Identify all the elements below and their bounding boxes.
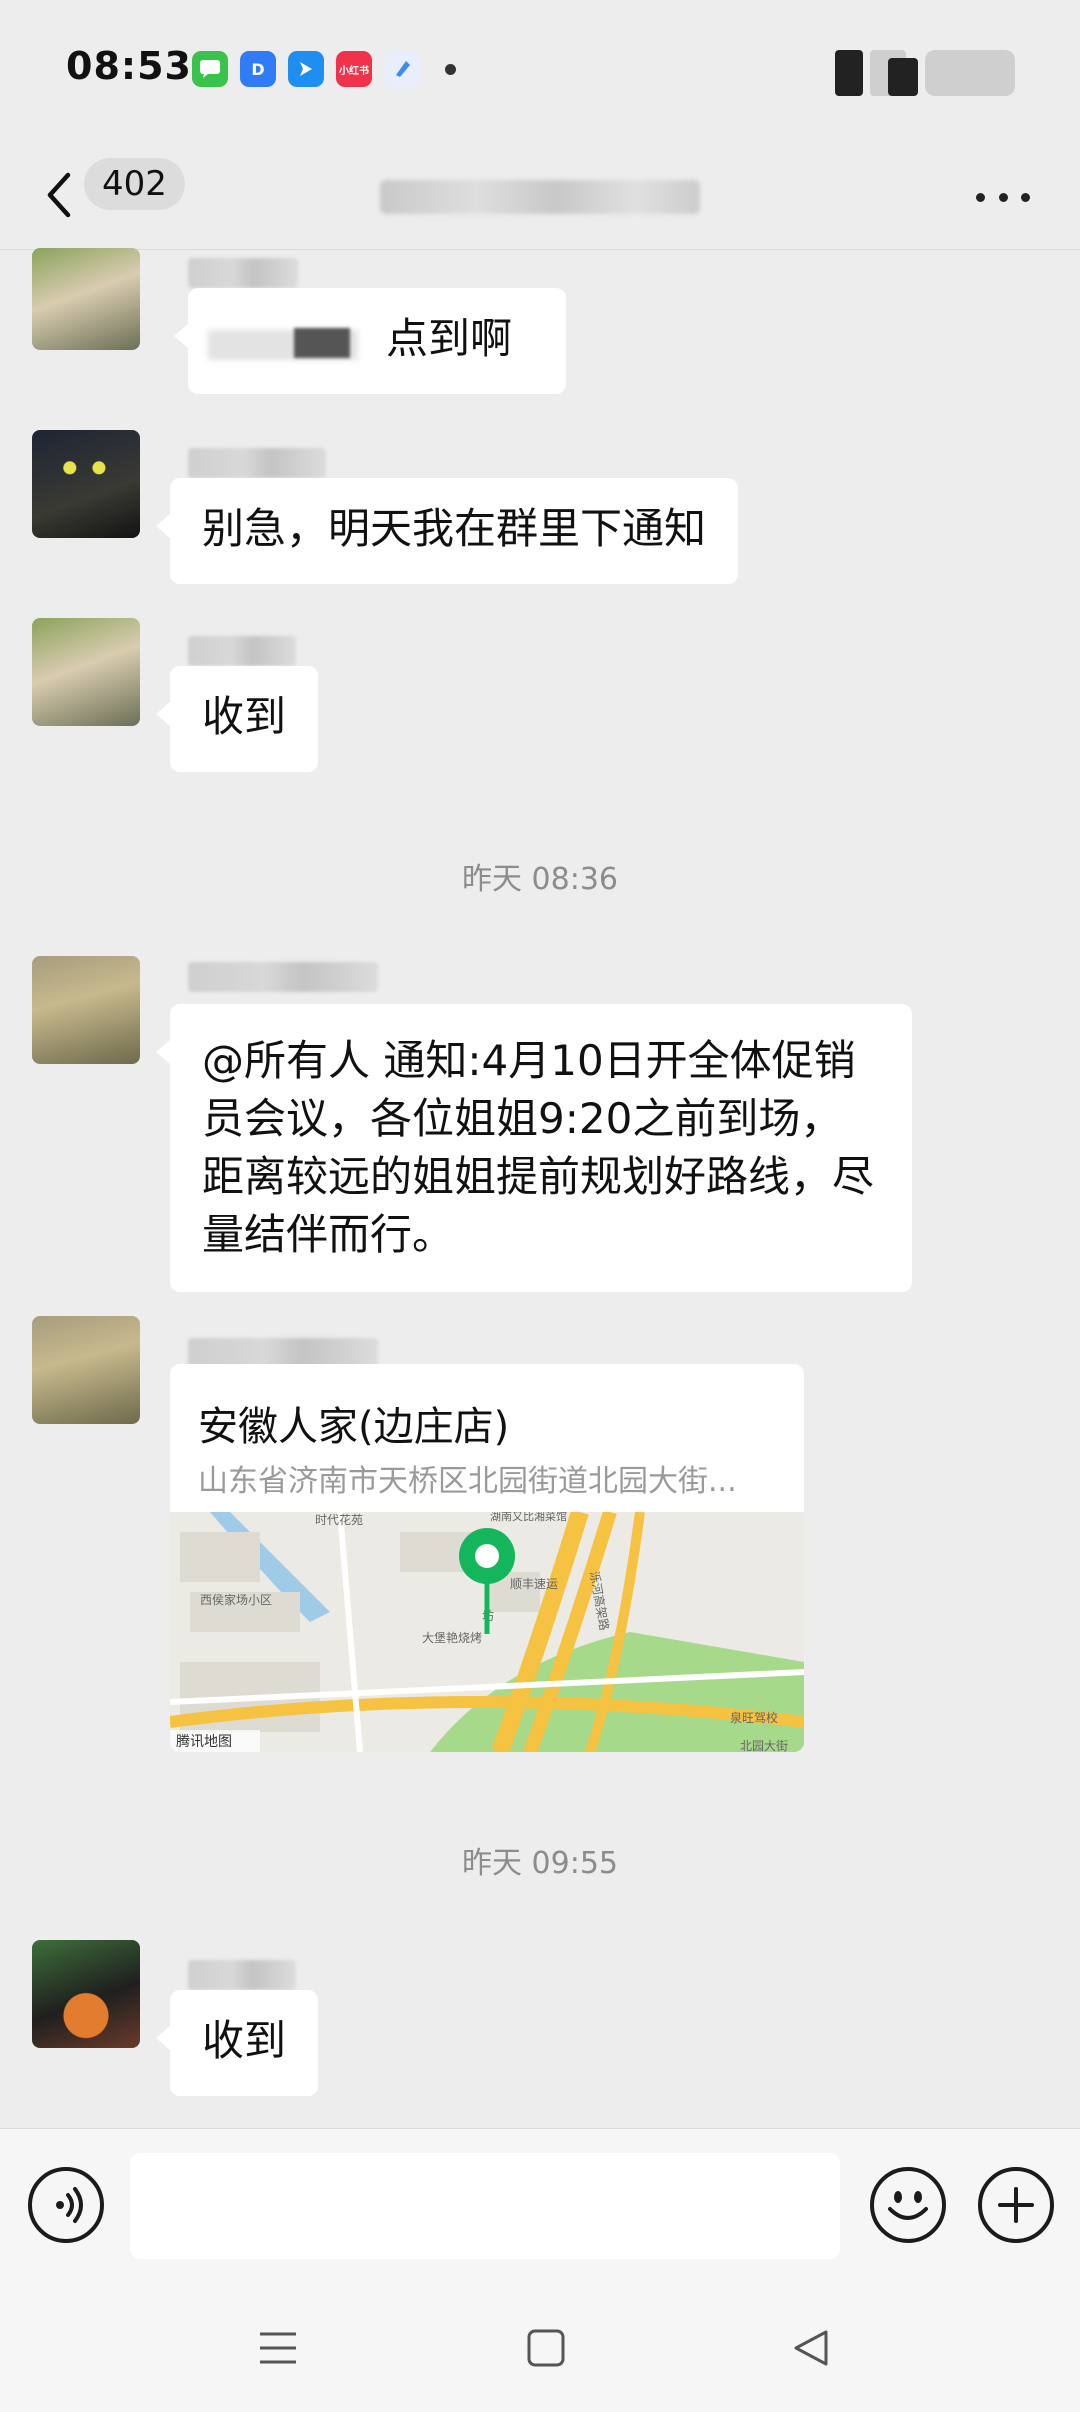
voice-input-button[interactable] [28, 2167, 104, 2243]
map-label: 西侯家场小区 [200, 1592, 272, 1607]
system-navigation-bar [0, 2284, 1080, 2412]
message-bubble[interactable]: 点到啊 [174, 288, 566, 394]
more-notifications-dot [445, 64, 456, 75]
back-nav-icon[interactable] [790, 2326, 834, 2370]
status-time: 08:53 [66, 44, 192, 88]
dingtalk-app-icon: D [240, 51, 276, 87]
chat-header: 402 [0, 140, 1080, 250]
location-address: 山东省济南市天桥区北园街道北园大街... [198, 1464, 737, 1499]
emoji-button[interactable] [870, 2167, 946, 2243]
message-bubble[interactable]: @所有人 通知:4月10日开全体促销员会议，各位姐姐9:20之前到场，距离较远的… [156, 1004, 912, 1292]
dingtalk-glyph: D [251, 59, 265, 79]
avatar[interactable] [32, 248, 140, 350]
message-text: 别急，明天我在群里下通知 [202, 504, 707, 553]
message-bubble[interactable]: 别急，明天我在群里下通知 [155, 478, 739, 584]
message-text: @所有人 通知:4月10日开全体促销员会议，各位姐姐9:20之前到场，距离较远的… [202, 1036, 875, 1259]
xiaohongshu-glyph: 小红书 [339, 65, 369, 77]
sender-name-redacted [188, 962, 378, 992]
map-label: 湖南又比湘菜馆 [490, 1512, 567, 1523]
message-input[interactable] [130, 2153, 840, 2259]
status-bar: 08:53 D 小红书 [0, 0, 1080, 140]
sender-name-redacted [188, 1960, 296, 1990]
location-name: 安徽人家(边庄店) [198, 1404, 510, 1450]
chat-title-redacted [380, 180, 700, 214]
unread-count-badge[interactable]: 402 [84, 158, 185, 210]
plus-icon [998, 2187, 1034, 2223]
timestamp: 昨天 09:55 [462, 1846, 618, 1881]
input-bar [0, 2128, 1080, 2284]
map-label: 顺丰速运 [510, 1577, 558, 1591]
message-text: 点到啊 [386, 314, 513, 363]
sender-name-redacted [188, 636, 296, 666]
message-text: 收到 [202, 692, 287, 741]
feishu-app-icon [288, 51, 324, 87]
avatar[interactable] [32, 1316, 140, 1424]
home-icon[interactable] [524, 2326, 568, 2370]
message-text: 收到 [202, 2016, 287, 2065]
location-card[interactable]: 安徽人家(边庄店) 山东省济南市天桥区北园街道北园大街... 时代花苑 西侯家场… [170, 1364, 804, 1752]
timestamp: 昨天 08:36 [462, 862, 618, 897]
voice-icon [56, 2187, 83, 2223]
message-bubble[interactable]: 收到 [155, 1990, 319, 2096]
avatar[interactable] [32, 618, 140, 726]
menu-icon[interactable] [256, 2326, 300, 2370]
message-bubble[interactable]: 收到 [155, 666, 319, 772]
map-label: 时代花苑 [315, 1512, 363, 1527]
signal-icon [835, 50, 863, 96]
back-arrow-icon[interactable] [40, 165, 80, 225]
map-image: 时代花苑 西侯家场小区 湖南又比湘菜馆 顺丰速运 坊 大堡艳烧烤 泺河高架路 泉… [170, 1509, 804, 1752]
sender-name-redacted [188, 448, 326, 478]
avatar[interactable] [32, 430, 140, 538]
redacted-text-block [294, 328, 350, 358]
smiley-icon [888, 2191, 928, 2220]
location-map[interactable]: 时代花苑 西侯家场小区 湖南又比湘菜馆 顺丰速运 坊 大堡艳烧烤 泺河高架路 泉… [170, 1509, 804, 1752]
map-label: 泉旺驾校 [730, 1710, 778, 1725]
map-attribution: 腾讯地图 [176, 1733, 232, 1750]
map-label: 北园大街 [740, 1739, 788, 1752]
avatar[interactable] [32, 1940, 140, 2048]
battery-icon [925, 50, 1015, 96]
sender-name-redacted [188, 258, 298, 288]
network-icon [888, 58, 918, 96]
messages-app-icon [192, 51, 228, 87]
more-functions-button[interactable] [978, 2167, 1054, 2243]
more-options-icon[interactable] [976, 182, 1030, 212]
xiaohongshu-app-icon: 小红书 [336, 51, 372, 87]
avatar[interactable] [32, 956, 140, 1064]
cloud-app-icon [384, 51, 420, 87]
map-label: 大堡艳烧烤 [422, 1630, 482, 1645]
